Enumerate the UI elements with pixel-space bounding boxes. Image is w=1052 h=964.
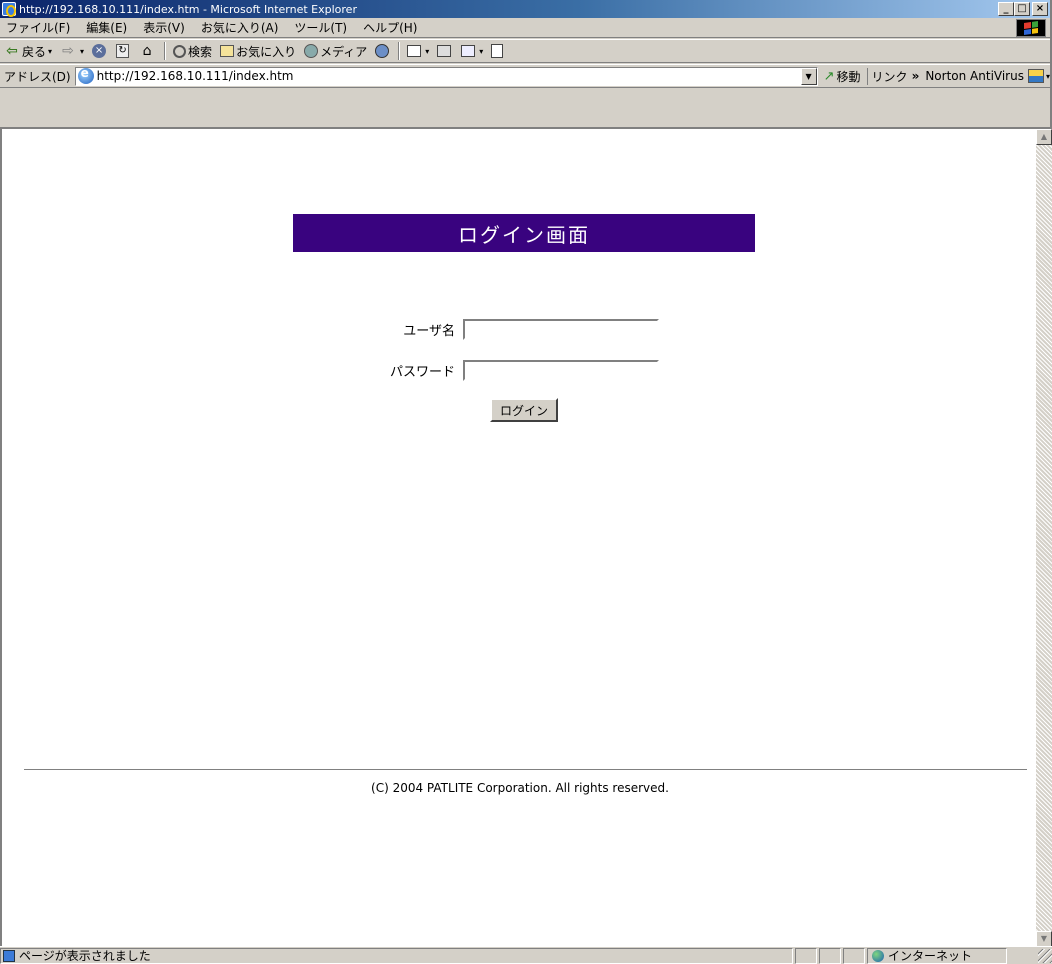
menu-help[interactable]: ヘルプ(H) (355, 19, 425, 36)
refresh-icon: ↻ (116, 44, 130, 58)
page-content: ログイン画面 ユーザ名 パスワード ログイン (C) 2004 PATLITE … (0, 127, 1036, 947)
back-button[interactable]: ⇦ 戻る ▾ (0, 40, 56, 62)
minimize-button[interactable]: _ (998, 2, 1014, 16)
address-label: アドレス(D) (4, 69, 71, 84)
menu-edit[interactable]: 編集(E) (78, 19, 135, 36)
refresh-button[interactable]: ↻ (112, 40, 135, 62)
menu-favorites[interactable]: お気に入り(A) (193, 19, 287, 36)
status-privacy-pane (843, 947, 865, 964)
media-label: メディア (320, 44, 368, 59)
go-arrow-icon: ↗ (823, 68, 835, 84)
scroll-up-icon[interactable]: ▲ (1036, 129, 1052, 145)
scroll-down-icon[interactable]: ▼ (1036, 931, 1052, 947)
username-label: ユーザ名 (403, 324, 455, 339)
media-icon (304, 44, 319, 58)
window-title: http://192.168.10.111/index.htm - Micros… (19, 2, 357, 16)
globe-icon (872, 949, 884, 962)
history-icon (375, 44, 390, 58)
search-icon (173, 44, 187, 58)
status-bar: ページが表示されました インターネット (0, 946, 1052, 964)
status-message: ページが表示されました (19, 949, 151, 963)
status-message-pane: ページが表示されました (0, 947, 793, 964)
username-row: ユーザ名 (373, 319, 659, 340)
search-button[interactable]: 検索 (169, 40, 216, 62)
copyright-text: (C) 2004 PATLITE Corporation. All rights… (371, 781, 669, 795)
history-button[interactable] (371, 40, 395, 62)
page-done-icon (3, 949, 15, 962)
home-icon: ⌂ (142, 43, 152, 59)
media-button[interactable]: メディア (300, 40, 371, 62)
address-bar: アドレス(D) http://192.168.10.111/index.htm … (0, 64, 1050, 88)
print-button[interactable] (433, 40, 457, 62)
back-arrow-icon: ⇦ (6, 43, 18, 59)
toolbar-separator (398, 42, 401, 60)
links-chevron-icon[interactable]: » (912, 69, 920, 83)
mail-dropdown-icon[interactable]: ▾ (425, 47, 429, 56)
address-input[interactable]: http://192.168.10.111/index.htm ▼ (74, 66, 818, 86)
mail-icon (407, 45, 422, 57)
footer-divider (24, 769, 1027, 771)
links-label[interactable]: リンク (872, 68, 908, 85)
resize-grip-icon[interactable] (1038, 948, 1052, 963)
norton-icon[interactable] (1027, 69, 1044, 83)
search-label: 検索 (188, 44, 213, 59)
password-label: パスワード (389, 365, 455, 380)
stop-button[interactable]: × (88, 40, 112, 62)
maximize-button[interactable]: □ (1014, 2, 1030, 16)
status-progress-pane (795, 947, 817, 964)
security-zone-pane: インターネット (867, 947, 1007, 964)
edit-button[interactable]: ▾ (457, 40, 487, 62)
toolbar-separator (164, 42, 167, 60)
login-button[interactable]: ログイン (490, 398, 558, 422)
menu-view[interactable]: 表示(V) (135, 19, 193, 36)
favorites-button[interactable]: お気に入り (216, 40, 300, 62)
address-dropdown-icon[interactable]: ▼ (800, 67, 817, 85)
password-row: パスワード (373, 360, 659, 381)
vertical-scrollbar[interactable]: ▲ ▼ (1036, 127, 1052, 947)
standard-toolbar: ⇦ 戻る ▾ ⇨ ▾ × ↻ ⌂ 検索 お気に入り メディア ▾ ▾ (0, 39, 1050, 63)
menu-file[interactable]: ファイル(F) (0, 19, 78, 36)
home-button[interactable]: ⌂ (135, 40, 161, 62)
links-toolbar: リンク » Norton AntiVirus ▾ (866, 67, 1050, 85)
status-lock-pane (819, 947, 841, 964)
ie-icon (2, 2, 16, 17)
title-bar: http://192.168.10.111/index.htm - Micros… (0, 0, 1050, 18)
favorites-label: お気に入り (236, 44, 297, 59)
edit-icon (461, 45, 476, 57)
windows-logo-icon (1016, 19, 1046, 37)
norton-dropdown-icon[interactable]: ▾ (1046, 72, 1050, 81)
login-banner: ログイン画面 (293, 214, 755, 252)
username-input[interactable] (463, 319, 659, 340)
security-zone-label: インターネット (888, 949, 973, 963)
forward-dropdown-icon[interactable]: ▾ (80, 47, 84, 56)
back-label: 戻る (22, 44, 47, 59)
menu-bar: ファイル(F) 編集(E) 表示(V) お気に入り(A) ツール(T) ヘルプ(… (0, 18, 1050, 38)
forward-button[interactable]: ⇨ ▾ (56, 40, 88, 62)
print-icon (437, 45, 452, 57)
discuss-button[interactable] (487, 40, 509, 62)
address-url[interactable]: http://192.168.10.111/index.htm (97, 69, 294, 83)
close-button[interactable]: × (1032, 2, 1048, 16)
go-label: 移動 (836, 69, 861, 84)
norton-antivirus-label[interactable]: Norton AntiVirus (925, 69, 1024, 83)
page-icon (77, 66, 94, 84)
go-button[interactable]: ↗ 移動 (818, 68, 867, 85)
stop-icon: × (92, 44, 107, 58)
window-controls: _ □ × (998, 2, 1048, 16)
edit-dropdown-icon[interactable]: ▾ (479, 47, 483, 56)
mail-button[interactable]: ▾ (403, 40, 433, 62)
favorites-icon (220, 45, 235, 57)
password-input[interactable] (463, 360, 659, 381)
forward-arrow-icon: ⇨ (62, 43, 74, 59)
menu-tools[interactable]: ツール(T) (286, 19, 355, 36)
discuss-icon (491, 44, 504, 58)
back-dropdown-icon[interactable]: ▾ (48, 47, 52, 56)
